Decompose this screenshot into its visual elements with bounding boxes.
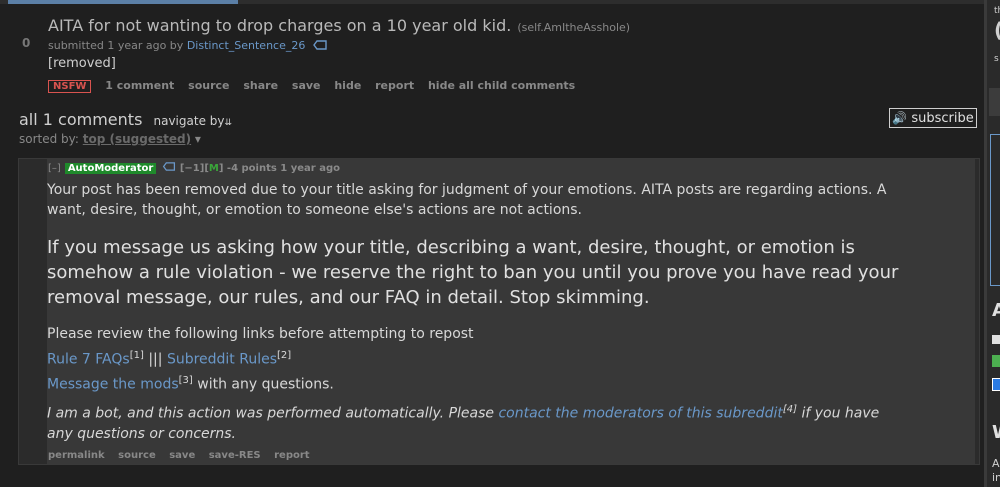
report-button[interactable]: report [375,79,414,92]
sidebar-heading-w: W [992,422,1000,443]
collapse-toggle[interactable]: [–] [48,163,61,174]
post-score: 0 [22,36,31,50]
nsfw-badge: NSFW [48,80,92,93]
comment-line-1: Your post has been removed due to your t… [47,182,887,218]
sidebar-text-in: in [992,471,1000,484]
message-mods-link[interactable]: Message the mods [47,377,179,393]
save-res-button[interactable]: save-RES [209,450,261,461]
save-button[interactable]: save [169,450,195,461]
post-action-buttons: NSFW 1 comment source share save hide re… [48,79,585,93]
sidebar-text-a: A [992,457,1000,470]
report-button[interactable]: report [274,450,309,461]
source-button[interactable]: source [118,450,156,461]
sorted-prefix: sorted by: [19,132,79,146]
sidebar: th ( s A W A in [984,0,1000,487]
flair-votes: [−1][ [179,163,209,174]
post-title-text[interactable]: AITA for not wanting to drop charges on … [48,16,511,35]
rule7-faq-link[interactable]: Rule 7 FAQs [47,352,130,368]
source-button[interactable]: source [188,79,229,92]
post-title[interactable]: AITA for not wanting to drop charges on … [48,16,630,35]
sidebar-border [984,0,987,487]
sidebar-number: ( [994,18,1000,42]
main-content: 0 AITA for not wanting to drop charges o… [0,4,984,487]
hide-button[interactable]: hide [334,79,361,92]
navigate-label[interactable]: navigate by [154,114,225,128]
tag-user-icon[interactable] [312,39,327,53]
comment-points: -4 points 1 year ago [226,163,340,174]
sidebar-panel [990,134,1000,286]
footnote-4[interactable]: [4] [783,404,797,415]
sidebar-text-2: s [994,54,999,64]
comment-tagline: [–] AutoModerator [−1][M] -4 points 1 yea… [48,162,340,174]
mod-flag: M [208,163,219,174]
message-suffix: with any questions. [192,376,334,393]
speaker-icon: 🔊 [892,111,908,125]
footnote-1[interactable]: [1] [130,350,144,361]
footnote-3[interactable]: [3] [179,375,193,386]
post-body: [removed] [48,56,116,71]
comment-author[interactable]: AutoModerator [64,163,157,174]
subscribe-label[interactable]: subscribe [911,111,973,126]
separator: ||| [143,351,167,368]
post-tagline: submitted 1 year ago by Distinct_Sentenc… [48,39,327,53]
comments-title: all 1 comments [19,110,143,129]
comments-link[interactable]: 1 comment [105,79,174,92]
share-button[interactable]: share [243,79,278,92]
sidebar-text-1: th [994,6,1000,16]
sidebar-checkbox-checked[interactable] [992,378,1000,391]
bot-notice: I am a bot, and this action was performe… [47,400,907,444]
footnote-2[interactable]: [2] [277,350,291,361]
save-button[interactable]: save [292,79,321,92]
comment-warning-heading: If you message us asking how your title,… [47,237,899,308]
chevron-down-icon[interactable]: ⇊ [225,118,233,128]
sidebar-button[interactable] [989,88,1000,116]
tag-user-icon[interactable] [162,162,176,174]
sort-selector[interactable]: top (suggested) [83,132,191,146]
subscribe-button[interactable]: 🔊 subscribe [889,108,977,128]
subreddit-rules-link[interactable]: Subreddit Rules [167,352,277,368]
sidebar-badge [992,355,1000,367]
hide-child-comments-button[interactable]: hide all child comments [428,79,575,92]
bot-prefix: I am a bot, and this action was performe… [47,405,499,422]
message-line: Message the mods[3] with any questions. [47,375,334,393]
permalink-button[interactable]: permalink [48,450,105,461]
navigate-by-dropdown[interactable]: navigate by⇊ [154,114,233,128]
comment-action-buttons: permalink source save save-RES report [48,450,320,461]
review-text: Please review the following links before… [47,326,474,342]
submitted-prefix: submitted 1 year ago by [48,39,184,52]
sort-caret-icon[interactable]: ▾ [195,132,201,146]
flair-close: ] [218,163,224,174]
sidebar-heading-a: A [992,300,1000,321]
sort-menu: sorted by: top (suggested) ▾ [19,132,201,146]
comments-header: all 1 comments navigate by⇊ [19,110,232,129]
post-author-link[interactable]: Distinct_Sentence_26 [187,39,306,52]
sidebar-checkbox[interactable] [992,335,1000,344]
rules-links-line: Rule 7 FAQs[1] ||| Subreddit Rules[2] [47,350,291,368]
contact-moderators-link[interactable]: contact the moderators of this subreddit [498,406,782,422]
post-domain[interactable]: (self.AmItheAsshole) [517,21,630,34]
